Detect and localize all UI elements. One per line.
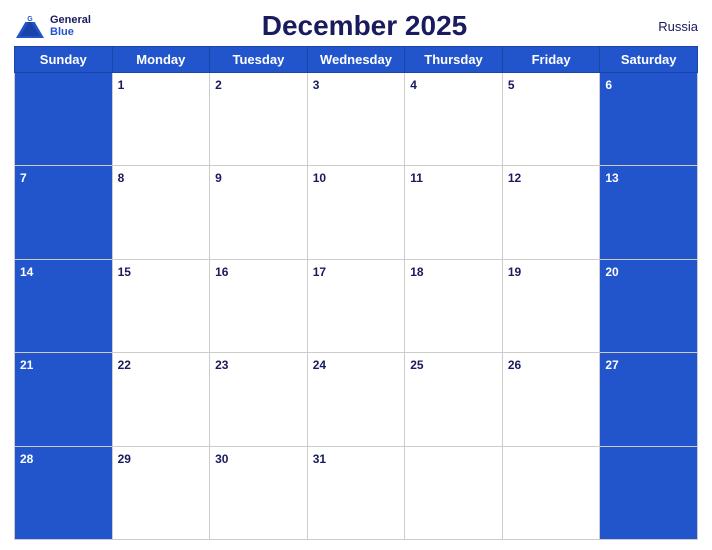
day-number: 7 bbox=[20, 171, 27, 185]
logo-text: General Blue bbox=[50, 14, 91, 38]
weekday-header-saturday: Saturday bbox=[600, 47, 698, 73]
calendar-cell: 6 bbox=[600, 73, 698, 166]
day-number: 17 bbox=[313, 265, 326, 279]
weekday-header-sunday: Sunday bbox=[15, 47, 113, 73]
day-number: 4 bbox=[410, 78, 417, 92]
day-number: 13 bbox=[605, 171, 618, 185]
day-number: 31 bbox=[313, 452, 326, 466]
calendar-cell: 13 bbox=[600, 166, 698, 259]
calendar-cell: 16 bbox=[210, 259, 308, 352]
calendar-cell: 15 bbox=[112, 259, 210, 352]
calendar-cell: 26 bbox=[502, 353, 600, 446]
weekday-header-monday: Monday bbox=[112, 47, 210, 73]
day-number: 22 bbox=[118, 358, 131, 372]
calendar-cell: 7 bbox=[15, 166, 113, 259]
calendar-cell: 25 bbox=[405, 353, 503, 446]
calendar-cell bbox=[405, 446, 503, 539]
calendar-cell: 17 bbox=[307, 259, 405, 352]
day-number: 20 bbox=[605, 265, 618, 279]
calendar-cell: 27 bbox=[600, 353, 698, 446]
day-number: 3 bbox=[313, 78, 320, 92]
day-number: 14 bbox=[20, 265, 33, 279]
day-number: 1 bbox=[118, 78, 125, 92]
calendar-cell: 11 bbox=[405, 166, 503, 259]
calendar-cell: 20 bbox=[600, 259, 698, 352]
day-number: 24 bbox=[313, 358, 326, 372]
weekday-header-friday: Friday bbox=[502, 47, 600, 73]
country-label: Russia bbox=[638, 19, 698, 34]
calendar-table: SundayMondayTuesdayWednesdayThursdayFrid… bbox=[14, 46, 698, 540]
month-title: December 2025 bbox=[91, 10, 638, 42]
logo-blue-text: Blue bbox=[50, 26, 91, 38]
day-number: 21 bbox=[20, 358, 33, 372]
calendar-cell: 23 bbox=[210, 353, 308, 446]
week-row-0: 1 2 3 4 5 6 bbox=[15, 73, 698, 166]
day-number: 18 bbox=[410, 265, 423, 279]
calendar-cell: 28 bbox=[15, 446, 113, 539]
day-number: 15 bbox=[118, 265, 131, 279]
day-number: 5 bbox=[508, 78, 515, 92]
calendar-cell: 2 bbox=[210, 73, 308, 166]
calendar-cell: 14 bbox=[15, 259, 113, 352]
weekday-header-row: SundayMondayTuesdayWednesdayThursdayFrid… bbox=[15, 47, 698, 73]
weekday-header-tuesday: Tuesday bbox=[210, 47, 308, 73]
svg-text:G: G bbox=[27, 16, 33, 23]
day-number: 12 bbox=[508, 171, 521, 185]
logo: G General Blue bbox=[14, 12, 91, 40]
calendar-cell: 12 bbox=[502, 166, 600, 259]
calendar-cell: 8 bbox=[112, 166, 210, 259]
weekday-header-thursday: Thursday bbox=[405, 47, 503, 73]
calendar-cell: 21 bbox=[15, 353, 113, 446]
calendar-cell: 3 bbox=[307, 73, 405, 166]
day-number: 2 bbox=[215, 78, 222, 92]
day-number: 30 bbox=[215, 452, 228, 466]
day-number: 8 bbox=[118, 171, 125, 185]
calendar-cell: 4 bbox=[405, 73, 503, 166]
day-number: 25 bbox=[410, 358, 423, 372]
day-number: 28 bbox=[20, 452, 33, 466]
logo-icon: G bbox=[14, 12, 46, 40]
calendar-cell: 31 bbox=[307, 446, 405, 539]
day-number: 23 bbox=[215, 358, 228, 372]
calendar-cell: 5 bbox=[502, 73, 600, 166]
day-number: 10 bbox=[313, 171, 326, 185]
week-row-4: 28 29 30 31 bbox=[15, 446, 698, 539]
day-number: 29 bbox=[118, 452, 131, 466]
calendar-cell: 18 bbox=[405, 259, 503, 352]
logo-general-text: General bbox=[50, 14, 91, 26]
day-number: 9 bbox=[215, 171, 222, 185]
day-number: 27 bbox=[605, 358, 618, 372]
calendar-cell: 1 bbox=[112, 73, 210, 166]
week-row-3: 21 22 23 24 25 26 27 bbox=[15, 353, 698, 446]
calendar-cell: 10 bbox=[307, 166, 405, 259]
header: G General Blue December 2025 Russia bbox=[14, 10, 698, 42]
calendar-cell: 9 bbox=[210, 166, 308, 259]
weekday-header-wednesday: Wednesday bbox=[307, 47, 405, 73]
day-number: 19 bbox=[508, 265, 521, 279]
calendar-cell: 19 bbox=[502, 259, 600, 352]
calendar-cell bbox=[15, 73, 113, 166]
day-number: 26 bbox=[508, 358, 521, 372]
week-row-1: 7 8 9 10 11 12 13 bbox=[15, 166, 698, 259]
calendar-cell: 29 bbox=[112, 446, 210, 539]
calendar-cell bbox=[600, 446, 698, 539]
day-number: 11 bbox=[410, 171, 423, 185]
week-row-2: 14 15 16 17 18 19 20 bbox=[15, 259, 698, 352]
day-number: 6 bbox=[605, 78, 612, 92]
calendar-cell: 22 bbox=[112, 353, 210, 446]
calendar-cell: 24 bbox=[307, 353, 405, 446]
calendar-cell bbox=[502, 446, 600, 539]
day-number: 16 bbox=[215, 265, 228, 279]
calendar-cell: 30 bbox=[210, 446, 308, 539]
